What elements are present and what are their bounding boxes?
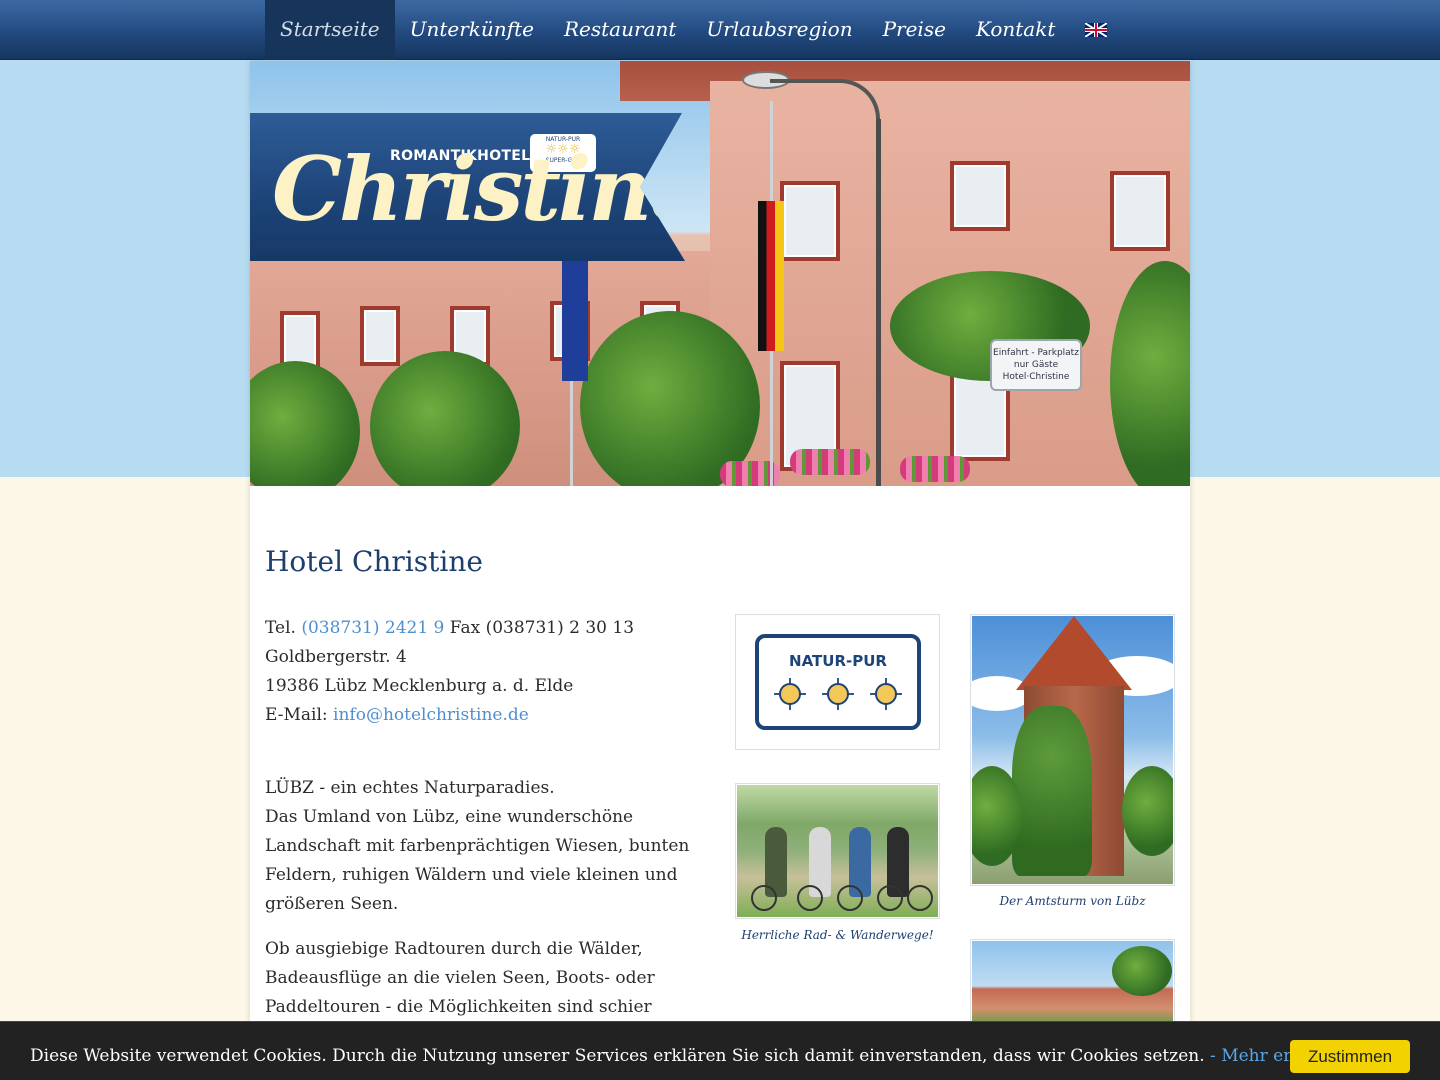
- parking-sign: Einfahrt - Parkplatz nur Gäste Hotel·Chr…: [990, 339, 1082, 391]
- hotel-header-photo: Einfahrt - Parkplatz nur Gäste Hotel·Chr…: [250, 61, 1190, 486]
- tree: [1122, 766, 1173, 856]
- sun-icon: [870, 678, 902, 710]
- nav-item-unterkuenfte[interactable]: Unterkünfte: [395, 0, 549, 60]
- ivy: [1012, 706, 1092, 876]
- top-navigation: Startseite Unterkünfte Restaurant Urlaub…: [0, 0, 1440, 60]
- tower-caption: Der Amtsturm von Lübz: [999, 894, 1146, 908]
- email-label: E-Mail:: [265, 705, 328, 725]
- nav-item-kontakt[interactable]: Kontakt: [961, 0, 1070, 60]
- natur-pur-text: NATUR-PUR: [789, 652, 887, 670]
- sun-icon: [774, 678, 806, 710]
- intro-headline: LÜBZ - ein echtes Naturparadies.: [265, 778, 555, 798]
- bike-wheel: [751, 885, 777, 911]
- eu-flag: [562, 261, 588, 381]
- logo-name: Christine: [272, 137, 703, 241]
- nav-item-restaurant[interactable]: Restaurant: [549, 0, 691, 60]
- natur-pur-frame: NATUR-PUR: [755, 634, 921, 730]
- tree: [1112, 946, 1172, 996]
- window: [360, 306, 400, 366]
- german-flag: [758, 201, 784, 351]
- page-container: Einfahrt - Parkplatz nur Gäste Hotel·Chr…: [250, 61, 1190, 1080]
- nav-menu: Startseite Unterkünfte Restaurant Urlaub…: [265, 0, 1122, 60]
- cycling-image: [737, 785, 938, 917]
- window: [1110, 171, 1170, 251]
- nav-item-urlaubsregion[interactable]: Urlaubsregion: [691, 0, 867, 60]
- tel-label: Tel.: [265, 618, 296, 638]
- tower-image: [972, 616, 1173, 884]
- phone-link[interactable]: (038731) 2421 9: [301, 618, 444, 638]
- intro-text: LÜBZ - ein echtes Naturparadies. Das Uml…: [265, 774, 715, 1038]
- nav-item-startseite[interactable]: Startseite: [265, 0, 395, 60]
- cycling-caption: Herrliche Rad- & Wanderwege!: [741, 928, 934, 942]
- sun-icon: [822, 678, 854, 710]
- intro-paragraph-1: Das Umland von Lübz, eine wunderschöne L…: [265, 807, 690, 914]
- page-title: Hotel Christine: [265, 545, 483, 578]
- flower-box: [790, 449, 870, 475]
- window: [780, 181, 840, 261]
- cookie-text: Diese Website verwendet Cookies. Durch d…: [30, 1046, 1348, 1066]
- tower-photo[interactable]: [970, 614, 1175, 886]
- tower-roof: [1016, 616, 1132, 690]
- bike-wheel: [907, 885, 933, 911]
- sun-rating: [759, 678, 917, 710]
- intro-paragraph-2: Ob ausgiebige Radtouren durch die Wälder…: [265, 939, 655, 1017]
- flower-box: [900, 456, 970, 482]
- nav-item-preise[interactable]: Preise: [868, 0, 961, 60]
- bike-wheel: [837, 885, 863, 911]
- contact-info: Tel. (038731) 2421 9 Fax (038731) 2 30 1…: [265, 614, 715, 730]
- uk-flag-icon: [1085, 23, 1108, 37]
- email-link[interactable]: info@hotelchristine.de: [333, 705, 529, 725]
- language-english-link[interactable]: [1070, 0, 1122, 60]
- cookie-message: Diese Website verwendet Cookies. Durch d…: [30, 1046, 1205, 1066]
- cycling-photo[interactable]: [735, 783, 940, 919]
- street-address: Goldbergerstr. 4: [265, 647, 407, 667]
- tree: [580, 311, 760, 486]
- bike-wheel: [797, 885, 823, 911]
- city-address: 19386 Lübz Mecklenburg a. d. Elde: [265, 676, 574, 696]
- street-lamp-arm: [770, 79, 880, 139]
- street-lamp-pole: [876, 119, 881, 486]
- cookie-accept-button[interactable]: Zustimmen: [1290, 1040, 1410, 1073]
- logo-banner[interactable]: ROMANTIKHOTEL NATUR-PUR ☼☼☼ SUPER-GUT Ch…: [250, 113, 685, 261]
- fax-text: Fax (038731) 2 30 13: [449, 618, 635, 638]
- natur-pur-logo[interactable]: NATUR-PUR: [735, 614, 940, 750]
- cookie-banner: Diese Website verwendet Cookies. Durch d…: [0, 1021, 1440, 1080]
- window: [950, 161, 1010, 231]
- bike-wheel: [877, 885, 903, 911]
